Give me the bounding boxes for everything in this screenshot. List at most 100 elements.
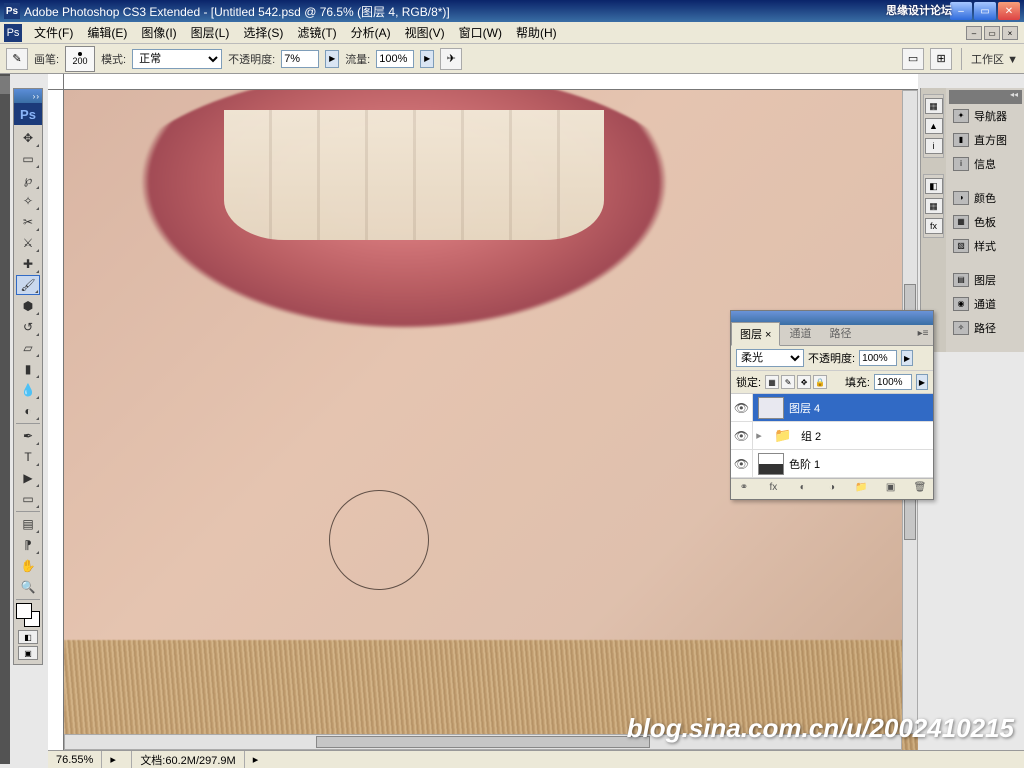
delete-layer-icon[interactable]: 🗑 [912,482,928,496]
lasso-tool[interactable]: ℘ [16,170,40,190]
marquee-tool[interactable]: ▭ [16,149,40,169]
slice-tool[interactable]: ⚔ [16,233,40,253]
hand-tool[interactable]: ✋ [16,556,40,576]
gradient-tool[interactable]: ▮ [16,359,40,379]
foreground-color[interactable] [16,603,32,619]
minimize-button[interactable]: – [950,2,972,20]
opacity-field[interactable] [281,50,319,68]
channels-panel-button[interactable]: ◉通道 [949,292,1022,316]
left-dock-tab[interactable] [0,76,10,94]
menu-view[interactable]: 视图(V) [399,22,451,43]
visibility-icon[interactable]: 👁 [731,450,753,477]
lock-position-icon[interactable]: ✥ [797,375,811,389]
layer-blend-mode-select[interactable]: 柔光 [736,349,804,367]
menu-file[interactable]: 文件(F) [28,22,79,43]
flow-slider-arrow[interactable]: ▶ [420,50,434,68]
crop-tool[interactable]: ✂ [16,212,40,232]
info-panel-button[interactable]: i信息 [949,152,1022,176]
layer-opacity-field[interactable] [859,350,897,366]
layer-row[interactable]: 👁 色阶 1 [731,450,933,478]
arrange-icon[interactable]: ⊞ [930,48,952,70]
swatches-dock-icon[interactable]: ▦ [925,198,943,214]
tab-channels[interactable]: 通道 [780,321,820,345]
lock-transparent-icon[interactable]: ▦ [765,375,779,389]
fill-arrow[interactable]: ▶ [916,374,928,390]
doc-minimize[interactable]: – [966,26,982,40]
menu-analysis[interactable]: 分析(A) [345,22,397,43]
styles-panel-button[interactable]: ▧样式 [949,234,1022,258]
zoom-tool[interactable]: 🔍 [16,577,40,597]
layer-mask-icon[interactable]: ◐ [795,482,811,496]
new-group-icon[interactable]: 📁 [853,482,869,496]
visibility-icon[interactable]: 👁 [731,422,753,449]
ruler-vertical[interactable] [48,90,64,750]
layer-opacity-arrow[interactable]: ▶ [901,350,913,366]
layer-row[interactable]: 👁 ▸ 📁 组 2 [731,422,933,450]
histogram-dock-icon[interactable]: ▲ [925,118,943,134]
pen-tool[interactable]: ✒ [16,426,40,446]
histogram-panel-button[interactable]: ▮直方图 [949,128,1022,152]
color-dock-icon[interactable]: ◧ [925,178,943,194]
ruler-origin[interactable] [48,74,64,90]
tab-layers[interactable]: 图层 × [731,322,780,346]
opacity-slider-arrow[interactable]: ▶ [325,50,339,68]
menu-layer[interactable]: 图层(L) [185,22,236,43]
scroll-thumb-h[interactable] [316,736,650,748]
wand-tool[interactable]: ✧ [16,191,40,211]
ruler-horizontal[interactable] [64,74,918,90]
maximize-button[interactable]: ▭ [974,2,996,20]
flow-field[interactable] [376,50,414,68]
brush-preset-picker[interactable]: 200 [65,46,95,72]
paths-panel-button[interactable]: ✧路径 [949,316,1022,340]
visibility-icon[interactable]: 👁 [731,394,753,421]
healing-tool[interactable]: ✚ [16,254,40,274]
dock-top-bar[interactable]: ◂◂ [949,90,1022,104]
styles-dock-icon[interactable]: fx [925,218,943,234]
tool-preset-icon[interactable]: ✎ [6,48,28,70]
layers-panel-button[interactable]: ▤图层 [949,268,1022,292]
info-dock-icon[interactable]: i [925,138,943,154]
navigator-panel-button[interactable]: ✦导航器 [949,104,1022,128]
airbrush-icon[interactable]: ✈ [440,48,462,70]
menu-select[interactable]: 选择(S) [237,22,289,43]
layer-fx-icon[interactable]: fx [765,482,781,496]
history-brush-tool[interactable]: ↺ [16,317,40,337]
layer-name[interactable]: 图层 4 [789,400,933,416]
quickmask-icon[interactable]: ◧ [18,630,38,644]
brush-tool[interactable]: 🖌 [16,275,40,295]
panel-menu-icon[interactable]: ▸≡ [916,328,930,339]
eraser-tool[interactable]: ▱ [16,338,40,358]
layer-thumbnail[interactable] [758,397,784,419]
layer-name[interactable]: 色阶 1 [789,456,933,472]
shape-tool[interactable]: ▭ [16,489,40,509]
close-button[interactable]: ✕ [998,2,1020,20]
new-layer-icon[interactable]: ▣ [883,482,899,496]
blend-mode-select[interactable]: 正常 [132,49,222,69]
menu-help[interactable]: 帮助(H) [510,22,563,43]
status-menu-arrow[interactable]: ▸ [245,751,267,768]
tab-paths[interactable]: 路径 [820,321,860,345]
type-tool[interactable]: T [16,447,40,467]
doc-size-status[interactable]: 文档:60.2M/297.9M [132,751,244,768]
dodge-tool[interactable]: ◐ [16,401,40,421]
adjustment-thumbnail[interactable] [758,453,784,475]
menu-window[interactable]: 窗口(W) [453,22,508,43]
screenmode-toggle-icon[interactable]: ▣ [18,646,38,660]
color-swatches[interactable] [16,603,40,627]
menu-image[interactable]: 图像(I) [135,22,182,43]
screen-mode-icon[interactable]: ▭ [902,48,924,70]
layers-panel[interactable]: 图层 × 通道 路径 ▸≡ 柔光 不透明度: ▶ 锁定: ▦ ✎ ✥ 🔒 填充:… [730,310,934,500]
stamp-tool[interactable]: ⬢ [16,296,40,316]
status-arrow-icon[interactable]: ▸ [102,751,132,768]
navigator-dock-icon[interactable]: ▦ [925,98,943,114]
blur-tool[interactable]: 💧 [16,380,40,400]
swatches-panel-button[interactable]: ▦色板 [949,210,1022,234]
zoom-level[interactable]: 76.55% [48,751,102,768]
color-panel-button[interactable]: ◑颜色 [949,186,1022,210]
fill-field[interactable] [874,374,912,390]
move-tool[interactable]: ✥ [16,128,40,148]
doc-restore[interactable]: ▭ [984,26,1000,40]
adjustment-layer-icon[interactable]: ◑ [824,482,840,496]
notes-tool[interactable]: ▤ [16,514,40,534]
menu-edit[interactable]: 编辑(E) [81,22,133,43]
